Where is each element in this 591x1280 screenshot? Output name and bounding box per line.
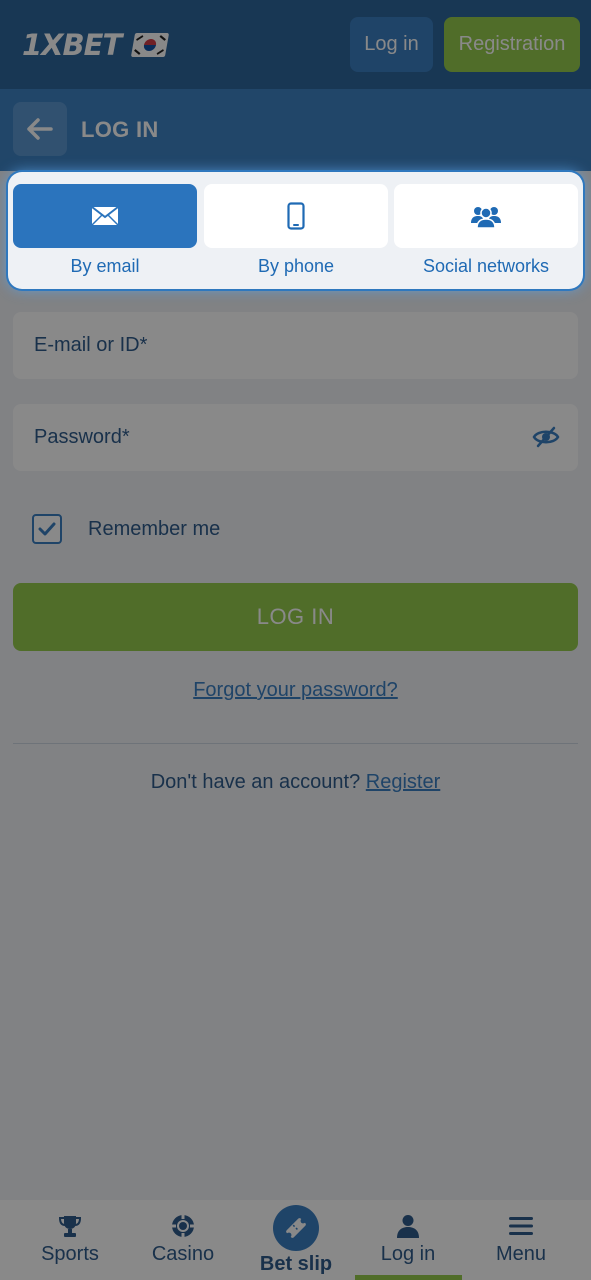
envelope-icon xyxy=(91,206,119,226)
login-method-selector: By email By phone Social networks xyxy=(8,172,583,289)
tab-social-networks[interactable] xyxy=(394,184,578,248)
tab-by-phone-label: By phone xyxy=(257,256,335,276)
smartphone-icon xyxy=(287,202,305,230)
tab-by-phone[interactable] xyxy=(204,184,388,248)
people-group-icon xyxy=(471,207,501,228)
tab-by-email[interactable] xyxy=(13,184,197,248)
tab-by-email-label: By email xyxy=(70,256,140,276)
tab-social-networks-label: Social networks xyxy=(422,256,550,276)
